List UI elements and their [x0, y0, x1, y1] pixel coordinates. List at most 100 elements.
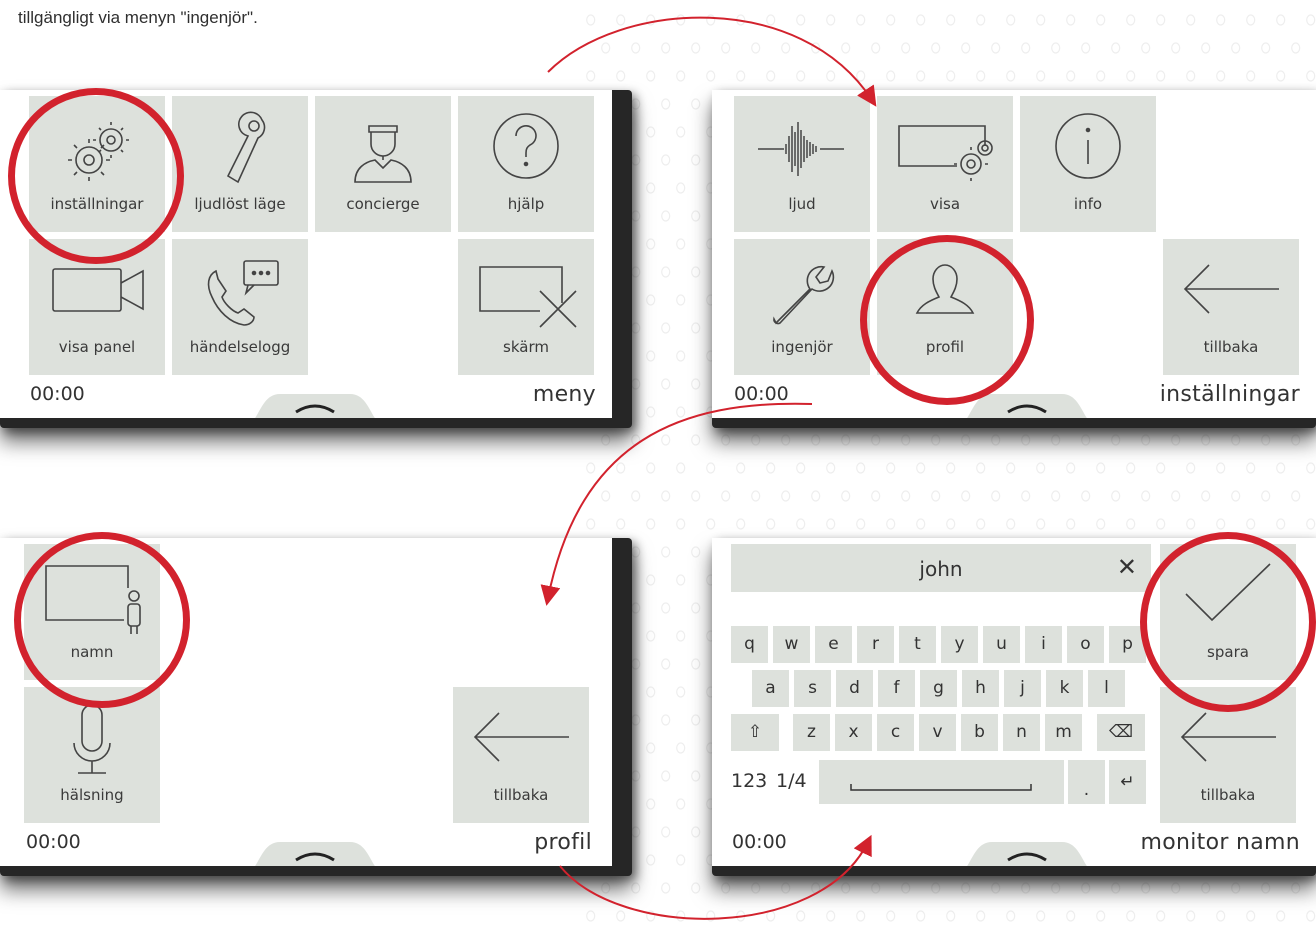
tile-label: visa panel: [58, 338, 136, 356]
tile-event-log[interactable]: händelselogg: [172, 239, 308, 375]
pull-up-handle[interactable]: [952, 388, 1102, 418]
key-r[interactable]: r: [857, 626, 894, 663]
tile-settings[interactable]: inställningar: [29, 96, 165, 232]
keyboard-row-2: asdfghjkl: [752, 670, 1152, 707]
tile-back[interactable]: tillbaka: [1163, 239, 1299, 375]
key-z[interactable]: z: [793, 714, 830, 751]
keyboard-row-3: zxcvbnm: [731, 714, 1151, 751]
tile-greeting[interactable]: hälsning: [24, 687, 160, 823]
arrow-left-icon: [1183, 264, 1279, 314]
menu-screen: inställningar ljudlöst läge concierge hj…: [0, 90, 612, 418]
close-icon[interactable]: ✕: [1117, 553, 1137, 581]
key-a[interactable]: a: [752, 670, 789, 707]
key-p[interactable]: p: [1109, 626, 1146, 663]
pull-up-handle[interactable]: [240, 836, 390, 866]
key-t[interactable]: t: [899, 626, 936, 663]
flow-arrow-menu-to-settings: [547, 16, 877, 107]
tile-label: hälsning: [60, 786, 124, 804]
screen-off-icon: [479, 266, 577, 328]
tile-sound[interactable]: ljud: [734, 96, 870, 232]
backspace-key[interactable]: ⌫: [1097, 714, 1145, 751]
key-h[interactable]: h: [962, 670, 999, 707]
key-y[interactable]: y: [941, 626, 978, 663]
tile-label: hjälp: [507, 195, 545, 213]
name-input-value: john: [919, 557, 963, 581]
key-s[interactable]: s: [794, 670, 831, 707]
space-key[interactable]: [819, 760, 1064, 804]
page-key[interactable]: 1/4: [776, 770, 807, 792]
screen-title: monitor namn: [1140, 830, 1300, 855]
pull-up-handle[interactable]: [952, 836, 1102, 866]
profile-screen: namn hälsning tillbaka 00:00 profil: [0, 538, 612, 866]
tile-label: spara: [1207, 643, 1249, 661]
tile-name[interactable]: namn: [24, 544, 160, 680]
clock: 00:00: [26, 831, 81, 853]
key-g[interactable]: g: [920, 670, 957, 707]
wrench-icon: [773, 265, 835, 325]
tile-label: namn: [70, 643, 114, 661]
tile-show-panel[interactable]: visa panel: [29, 239, 165, 375]
checkmark-icon: [1185, 563, 1271, 622]
tile-concierge[interactable]: concierge: [315, 96, 451, 232]
tile-label: tillbaka: [1200, 786, 1256, 804]
enter-key[interactable]: ↵: [1109, 760, 1146, 804]
key-q[interactable]: q: [731, 626, 768, 663]
keyboard-row-1: qwertyuiop: [731, 626, 1151, 663]
key-o[interactable]: o: [1067, 626, 1104, 663]
tile-label: tillbaka: [1203, 338, 1259, 356]
key-k[interactable]: k: [1046, 670, 1083, 707]
key-i[interactable]: i: [1025, 626, 1062, 663]
tile-silent-mode[interactable]: ljudlöst läge: [172, 96, 308, 232]
key-e[interactable]: e: [815, 626, 852, 663]
clock: 00:00: [732, 831, 787, 853]
microphone-icon: [73, 704, 111, 774]
tile-label: händelselogg: [189, 338, 291, 356]
tile-label: concierge: [346, 195, 420, 213]
tile-save[interactable]: spara: [1160, 544, 1296, 680]
key-w[interactable]: w: [773, 626, 810, 663]
tile-label: ljudlöst läge: [194, 195, 286, 213]
phone-chat-icon: [207, 260, 279, 326]
tile-engineer[interactable]: ingenjör: [734, 239, 870, 375]
tile-label: profil: [925, 338, 965, 356]
name-input-field[interactable]: john ✕: [731, 544, 1151, 592]
numbers-key[interactable]: 123: [731, 770, 767, 792]
screen-title: meny: [532, 382, 596, 407]
tile-label: tillbaka: [493, 786, 549, 804]
key-d[interactable]: d: [836, 670, 873, 707]
tile-info[interactable]: info: [1020, 96, 1156, 232]
key-j[interactable]: j: [1004, 670, 1041, 707]
person-icon: [915, 264, 975, 314]
tile-help[interactable]: hjälp: [458, 96, 594, 232]
tile-screen[interactable]: skärm: [458, 239, 594, 375]
shift-key[interactable]: ⇧: [731, 714, 779, 751]
tile-profile[interactable]: profil: [877, 239, 1013, 375]
tile-display[interactable]: visa: [877, 96, 1013, 232]
clock: 00:00: [734, 383, 789, 405]
arrow-left-icon: [473, 712, 569, 762]
waveform-icon: [758, 122, 844, 176]
key-c[interactable]: c: [877, 714, 914, 751]
tile-back[interactable]: tillbaka: [1160, 687, 1296, 823]
concierge-icon: [354, 125, 412, 183]
tile-label: ljud: [788, 195, 816, 213]
tile-label: ingenjör: [771, 338, 833, 356]
tile-label: skärm: [503, 338, 549, 356]
key-b[interactable]: b: [961, 714, 998, 751]
key-n[interactable]: n: [1003, 714, 1040, 751]
monitor-person-icon: [45, 565, 141, 634]
camera-icon: [52, 268, 144, 312]
clock: 00:00: [30, 383, 85, 405]
key-u[interactable]: u: [983, 626, 1020, 663]
tile-label: inställningar: [50, 195, 144, 213]
tile-label: visa: [929, 195, 961, 213]
tile-back[interactable]: tillbaka: [453, 687, 589, 823]
period-key[interactable]: .: [1068, 760, 1105, 804]
key-x[interactable]: x: [835, 714, 872, 751]
key-v[interactable]: v: [919, 714, 956, 751]
pull-up-handle[interactable]: [240, 388, 390, 418]
key-l[interactable]: l: [1088, 670, 1125, 707]
monitor-name-screen: john ✕ qwertyuiop asdfghjkl zxcvbnm ⇧ ⌫ …: [712, 538, 1316, 866]
key-f[interactable]: f: [878, 670, 915, 707]
key-m[interactable]: m: [1045, 714, 1082, 751]
